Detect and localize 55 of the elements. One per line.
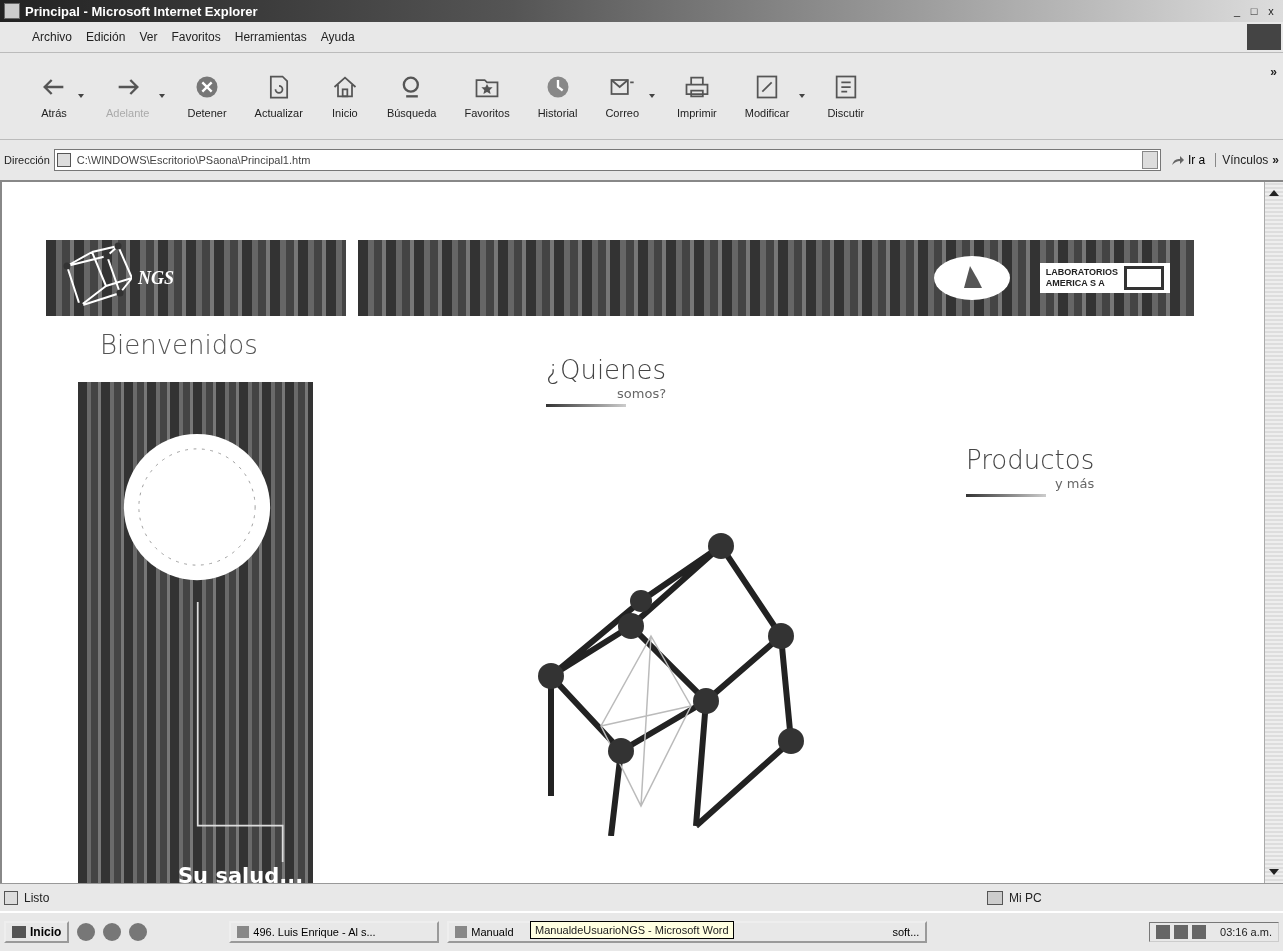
window-title: Principal - Microsoft Internet Explorer bbox=[25, 3, 259, 19]
desktop-icon[interactable] bbox=[103, 923, 122, 941]
speaker-icon[interactable] bbox=[129, 923, 148, 941]
partner-logo: LABORATORIOS AMERICA S A bbox=[1039, 263, 1170, 293]
window-control[interactable]: □ bbox=[1246, 4, 1262, 18]
toolbar-button[interactable]: Favoritos bbox=[450, 73, 524, 119]
toolbar-button[interactable]: Modificar bbox=[730, 73, 804, 119]
computer-icon bbox=[987, 890, 1003, 905]
emblem-icon bbox=[931, 254, 1012, 302]
toolbar-button[interactable]: Atrás bbox=[26, 73, 82, 119]
scrollbar[interactable] bbox=[1264, 182, 1283, 883]
status-text: Listo bbox=[24, 890, 51, 905]
section-link[interactable]: ¿Quienes somos? bbox=[546, 354, 667, 407]
start-button[interactable]: Inicio bbox=[4, 921, 70, 943]
links-overflow-button[interactable]: » bbox=[1272, 153, 1279, 167]
tooltip: ManualdeUsuarioNGS - Microsoft Word bbox=[530, 921, 734, 939]
links-button[interactable]: Vínculos bbox=[1215, 153, 1269, 167]
scroll-up-icon[interactable] bbox=[1269, 190, 1279, 196]
go-arrow-icon bbox=[1170, 154, 1185, 167]
page-icon bbox=[4, 890, 18, 905]
menu-item[interactable]: Ayuda bbox=[320, 30, 355, 44]
dropdown-arrow-icon[interactable] bbox=[799, 94, 806, 98]
toolbar-button[interactable]: Actualizar bbox=[240, 73, 317, 119]
toolbar-button[interactable]: Imprimir bbox=[663, 73, 731, 119]
toolbar-button[interactable]: Inicio bbox=[316, 73, 373, 119]
scroll-down-icon[interactable] bbox=[1269, 869, 1279, 875]
toolbar-overflow-button[interactable]: » bbox=[1270, 65, 1277, 79]
welcome-heading: Bienvenidos bbox=[100, 330, 259, 362]
menu-item[interactable]: Archivo bbox=[32, 30, 72, 44]
page-icon bbox=[4, 3, 20, 19]
dropdown-arrow-icon[interactable] bbox=[649, 94, 656, 98]
panel-caption: Su salud... bbox=[178, 864, 304, 883]
window-control[interactable]: _ bbox=[1229, 4, 1245, 18]
address-label: Dirección bbox=[4, 154, 50, 166]
address-field[interactable]: C:\WINDOWS\Escritorio\PSaona\Principal1.htm bbox=[53, 149, 1161, 171]
taskbar-button[interactable]: 496. Luis Enrique - Al s... bbox=[229, 921, 440, 943]
menu-item[interactable]: Ver bbox=[139, 30, 158, 44]
menu-item[interactable]: Edición bbox=[86, 30, 126, 44]
menu-item[interactable]: Favoritos bbox=[171, 30, 221, 44]
toolbar-button[interactable]: Historial bbox=[523, 73, 592, 119]
section-link[interactable]: Productos y más bbox=[966, 444, 1095, 497]
toolbar-button[interactable]: Búsqueda bbox=[372, 73, 451, 119]
dial-icon bbox=[122, 432, 272, 582]
logo-text: NGS bbox=[138, 267, 174, 289]
toolbar-button[interactable]: Correo bbox=[591, 73, 654, 119]
go-button[interactable]: Ir a bbox=[1164, 153, 1212, 167]
window-control[interactable]: x bbox=[1263, 4, 1279, 18]
toolbar-button[interactable]: Discutir bbox=[813, 73, 879, 119]
menu-item[interactable]: Herramientas bbox=[234, 30, 307, 44]
toolbar-button[interactable]: Detener bbox=[173, 73, 241, 119]
clock-text: 03:16 a.m. bbox=[1220, 926, 1272, 938]
dropdown-arrow-icon[interactable] bbox=[78, 94, 84, 98]
zone-text: Mi PC bbox=[1009, 890, 1043, 905]
page-icon bbox=[56, 153, 71, 167]
browser-icon[interactable] bbox=[77, 923, 96, 941]
